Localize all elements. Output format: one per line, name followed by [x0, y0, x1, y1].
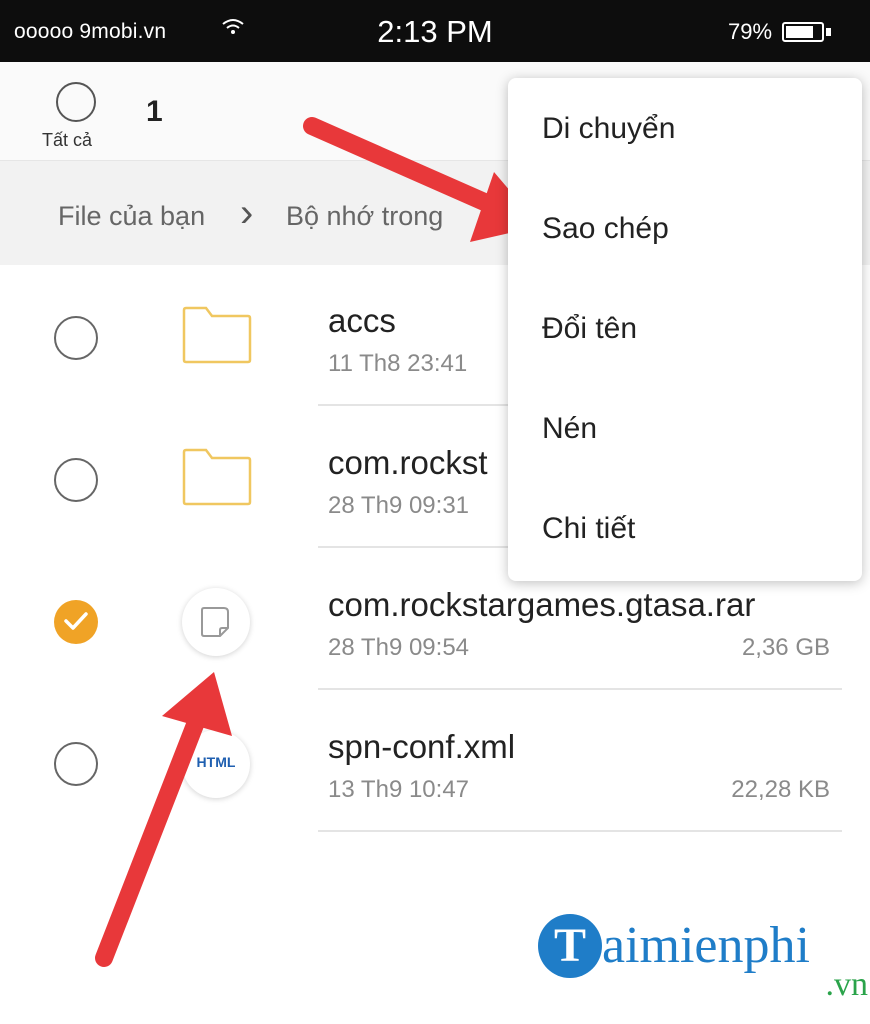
breadcrumb-item-internal[interactable]: Bộ nhớ trong — [286, 201, 443, 232]
watermark-domain: .vn — [825, 966, 869, 1003]
watermark-text: aimienphi — [602, 917, 810, 974]
menu-item-label: Nén — [542, 412, 598, 445]
file-icon — [182, 588, 250, 656]
battery-fill — [786, 26, 813, 38]
file-name: com.rockstargames.gtasa.rar — [328, 586, 756, 623]
menu-item-details[interactable]: Chi tiết — [508, 480, 862, 580]
row-checkbox-checked[interactable] — [54, 600, 98, 644]
battery-icon — [782, 22, 824, 42]
file-name: com.rockst — [328, 444, 488, 481]
row-checkbox[interactable] — [54, 458, 98, 502]
list-item[interactable]: HTML spn-conf.xml 13 Th9 10:47 22,28 KB — [0, 692, 870, 834]
row-checkbox[interactable] — [54, 742, 98, 786]
divider — [318, 830, 842, 832]
menu-item-label: Di chuyển — [542, 112, 676, 145]
battery-tip — [826, 28, 831, 36]
menu-item-copy[interactable]: Sao chép — [508, 180, 862, 280]
file-size: 2,36 GB — [741, 634, 830, 661]
status-bar: ooooo 9mobi.vn 2:13 PM 79% — [0, 0, 870, 62]
file-date: 28 Th9 09:31 — [328, 492, 470, 519]
checkmark-icon — [64, 612, 88, 630]
file-name: spn-conf.xml — [328, 728, 516, 765]
file-date: 13 Th9 10:47 — [328, 776, 470, 803]
select-all-checkbox[interactable] — [56, 82, 96, 122]
menu-item-compress[interactable]: Nén — [508, 380, 862, 480]
menu-item-label: Chi tiết — [542, 512, 636, 545]
menu-item-move[interactable]: Di chuyển — [508, 80, 862, 180]
divider — [318, 688, 842, 690]
select-all-label: Tất cả — [42, 130, 93, 150]
menu-item-label: Đổi tên — [542, 312, 638, 345]
folder-icon — [182, 448, 252, 506]
watermark-logo: T aimienphi .vn — [538, 906, 868, 1016]
file-date: 28 Th9 09:54 — [328, 634, 470, 661]
html-icon-label: HTML — [196, 754, 236, 770]
battery-percent: 79% — [728, 19, 773, 44]
menu-item-label: Sao chép — [542, 212, 669, 245]
breadcrumb-item-root[interactable]: File của bạn — [58, 201, 205, 232]
selected-count: 1 — [146, 95, 163, 128]
chevron-right-icon: › — [240, 191, 254, 235]
watermark-glyph: T — [553, 919, 586, 972]
menu-item-rename[interactable]: Đổi tên — [508, 280, 862, 380]
html-file-icon: HTML — [182, 730, 250, 798]
folder-icon — [182, 306, 252, 364]
row-checkbox[interactable] — [54, 316, 98, 360]
context-menu: Di chuyển Sao chép Đổi tên Nén Chi tiết — [508, 78, 862, 581]
file-date: 11 Th8 23:41 — [328, 350, 468, 377]
file-size: 22,28 KB — [731, 776, 830, 803]
file-name: accs — [328, 302, 396, 339]
